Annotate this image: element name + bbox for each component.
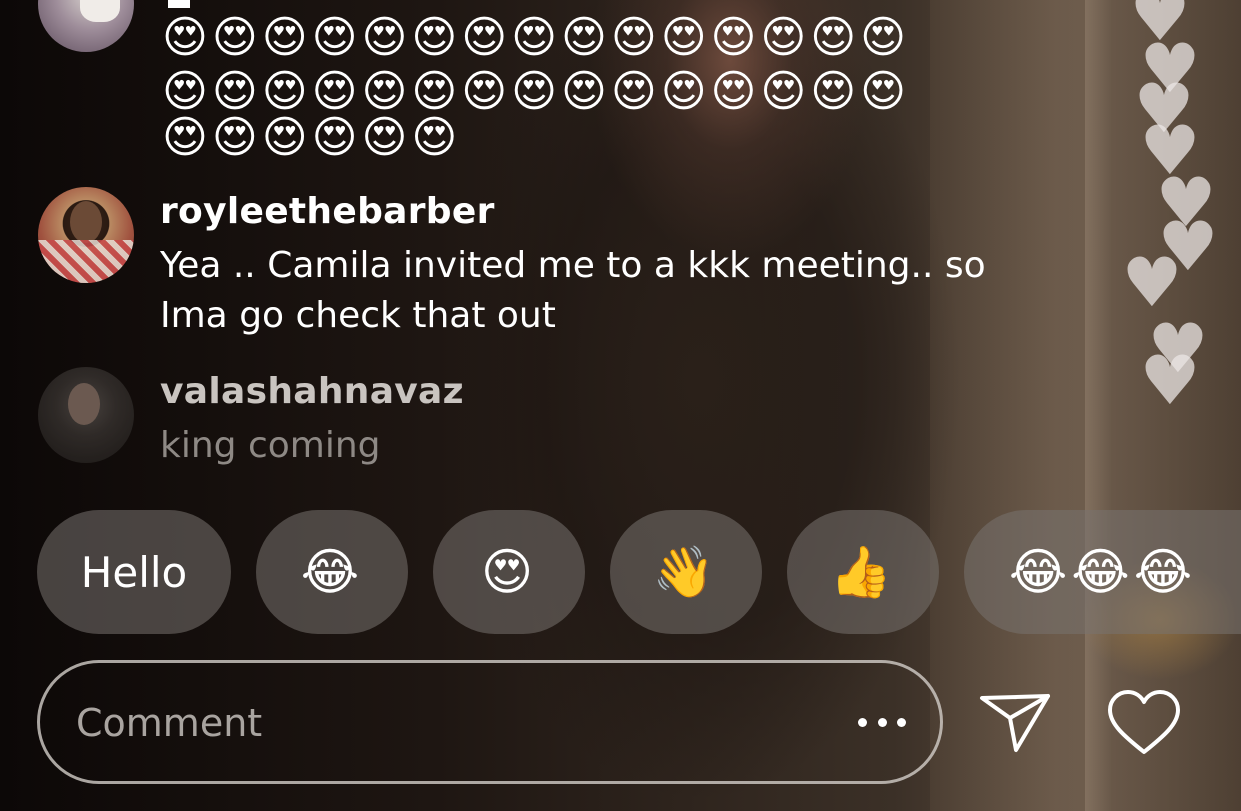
laughing-emoji-icon: 😂😂😂 — [1008, 543, 1197, 601]
heart-eyes-emoji-icon: 😍 — [480, 543, 538, 601]
comment-input[interactable]: Comment — [37, 660, 943, 784]
avatar[interactable] — [38, 0, 134, 52]
thumbs-up-emoji-icon: 👍 — [829, 542, 897, 601]
heart-icon: ♥ — [1121, 244, 1183, 323]
floating-hearts: ♥ ♥ ♥ ♥ ♥ ♥ ♥ ♥ ♥ — [1110, 0, 1241, 430]
comment-message-line: Yea .. Camila invited me to a kkk meetin… — [160, 245, 986, 286]
quick-reaction-triple-laugh[interactable]: 😂😂😂 — [964, 510, 1241, 634]
heart-icon: ♥ — [1139, 342, 1201, 421]
comment-item: 😍😍😍😍😍😍😍😍😍😍😍😍😍😍😍 😍😍😍😍😍😍😍😍😍😍😍😍😍😍😍 😍😍😍😍😍😍 — [0, 0, 1100, 170]
ellipsis-icon[interactable] — [858, 707, 906, 737]
waving-hand-emoji-icon: 👋 — [652, 542, 720, 601]
comment-username[interactable]: valashahnavaz — [160, 371, 464, 412]
comment-username-truncated — [168, 0, 190, 8]
comment-item: valashahnavaz king coming — [0, 365, 1100, 475]
comment-emoji-line: 😍😍😍😍😍😍😍😍😍😍😍😍😍😍😍 — [162, 12, 911, 63]
paper-plane-icon — [980, 694, 1050, 752]
quick-reaction-hello[interactable]: Hello — [37, 510, 231, 634]
comment-placeholder: Comment — [76, 701, 263, 745]
comment-item: royleethebarber Yea .. Camila invited me… — [0, 185, 1100, 345]
comment-username[interactable]: royleethebarber — [160, 191, 495, 232]
comment-message: king coming — [160, 425, 381, 466]
avatar[interactable] — [38, 187, 134, 283]
quick-reaction-wave[interactable]: 👋 — [610, 510, 762, 634]
quick-reactions-bar: Hello 😂 😍 👋 👍 😂😂😂 — [0, 510, 1241, 636]
send-button[interactable] — [976, 688, 1056, 758]
comment-emoji-line: 😍😍😍😍😍😍 — [162, 112, 462, 163]
laughing-emoji-icon: 😂 — [300, 543, 364, 601]
like-button[interactable] — [1104, 688, 1184, 758]
quick-reaction-thumbs-up[interactable]: 👍 — [787, 510, 939, 634]
avatar[interactable] — [38, 367, 134, 463]
quick-reaction-laugh[interactable]: 😂 — [256, 510, 408, 634]
heart-outline-icon — [1108, 690, 1180, 754]
quick-reaction-heart-eyes[interactable]: 😍 — [433, 510, 585, 634]
comment-message-line: Ima go check that out — [160, 295, 556, 336]
